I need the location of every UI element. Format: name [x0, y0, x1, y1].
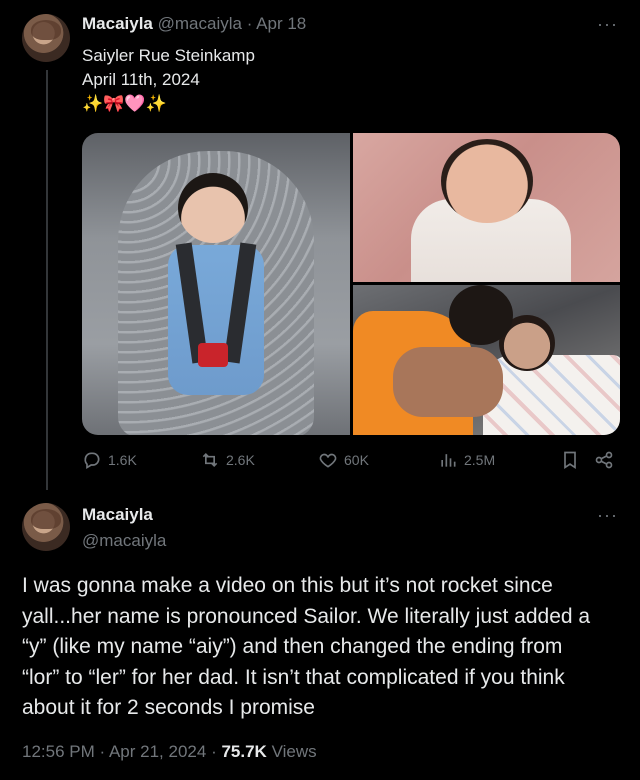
separator: · — [99, 742, 106, 761]
tweet1-text: Saiyler Rue Steinkamp April 11th, 2024 ✨… — [82, 44, 255, 116]
timestamp[interactable]: Apr 18 — [256, 14, 306, 33]
reply-count: 1.6K — [108, 452, 137, 468]
share-button[interactable] — [594, 450, 614, 470]
reply-button[interactable]: 1.6K — [82, 450, 137, 470]
like-button[interactable]: 60K — [318, 450, 369, 470]
display-name[interactable]: Macaiyla — [82, 505, 153, 525]
tweet-text-line: “lor” to “ler” for her dad. It isn’t tha… — [22, 665, 565, 689]
views-button[interactable]: 2.5M — [438, 450, 495, 470]
separator: · — [246, 14, 253, 33]
repost-count: 2.6K — [226, 452, 255, 468]
views-count[interactable]: 75.7K — [221, 742, 266, 761]
views-count: 2.5M — [464, 452, 496, 468]
action-bar: 1.6K 2.6K 60K 2.5M — [82, 450, 620, 474]
father-head-shape — [449, 285, 513, 345]
tweet-text-line: yall...her name is pronounced Sailor. We… — [22, 604, 591, 628]
tweet-text-line: Saiyler Rue Steinkamp — [82, 46, 255, 65]
display-name[interactable]: Macaiyla — [82, 14, 153, 33]
repost-button[interactable]: 2.6K — [200, 450, 255, 470]
tweet-text-line: I was gonna make a video on this but it’… — [22, 574, 553, 597]
views-label: Views — [271, 742, 317, 761]
more-icon[interactable]: ··· — [597, 505, 618, 526]
avatar[interactable] — [22, 503, 70, 551]
photo-baby-closeup[interactable] — [353, 133, 620, 282]
like-icon — [319, 453, 337, 468]
views-icon — [441, 454, 456, 467]
handle[interactable]: @macaiyla — [82, 531, 166, 551]
reply-icon — [84, 452, 100, 469]
tweet2-text: I was gonna make a video on this but it’… — [22, 571, 622, 724]
tweet1-header: Macaiyla @macaiyla · Apr 18 — [82, 14, 306, 34]
baby-face-shape — [441, 139, 533, 223]
buckle-shape — [198, 343, 228, 367]
baby-head-shape — [178, 173, 248, 243]
blanket-shape — [483, 355, 620, 435]
bookmark-button[interactable] — [560, 450, 580, 470]
tweet-text-line: “y” (like my name “aiy”) and then change… — [22, 635, 563, 658]
photo-hospital[interactable] — [353, 285, 620, 435]
tweet2-metadata: 12:56 PM · Apr 21, 2024 · 75.7K Views — [22, 742, 317, 762]
separator: · — [211, 742, 217, 761]
repost-icon — [202, 452, 218, 468]
bookmark-icon — [564, 451, 576, 470]
share-icon — [595, 451, 613, 469]
tweet-text-line: ✨🎀🩷✨ — [82, 94, 167, 113]
photo-car-seat[interactable] — [82, 133, 350, 435]
post-time[interactable]: 12:56 PM — [22, 742, 95, 761]
thread-connector-line — [46, 70, 48, 490]
arm-shape — [393, 347, 503, 417]
more-icon[interactable]: ··· — [597, 14, 618, 35]
tweet-text-line: April 11th, 2024 — [82, 70, 200, 89]
avatar[interactable] — [22, 14, 70, 62]
post-date[interactable]: Apr 21, 2024 — [109, 742, 206, 761]
like-count: 60K — [344, 452, 369, 468]
media-grid — [82, 133, 620, 435]
handle[interactable]: @macaiyla — [158, 14, 242, 33]
tweet-text-line: about it for 2 seconds I promise — [22, 696, 315, 719]
